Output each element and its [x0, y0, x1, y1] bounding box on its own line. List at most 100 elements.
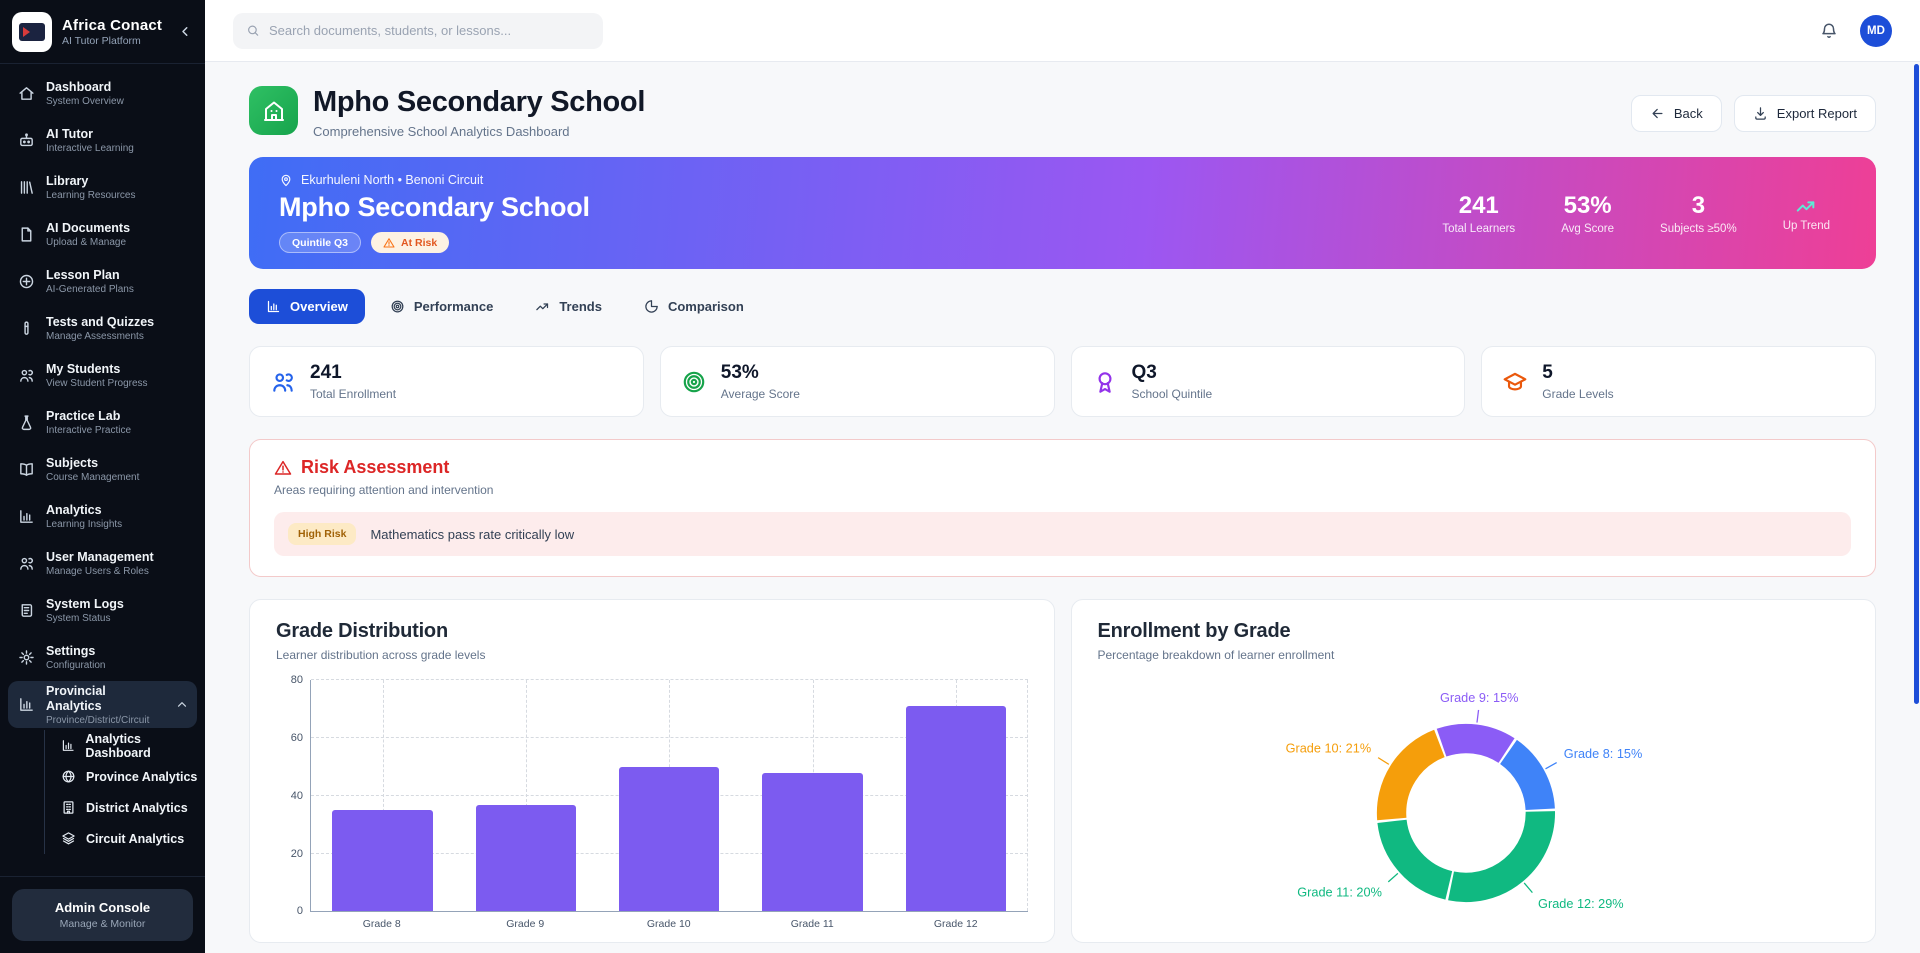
- risk-item-text: Mathematics pass rate critically low: [370, 527, 574, 542]
- sidebar-subitem-province-analytics[interactable]: Province Analytics: [45, 761, 205, 792]
- sidebar-subitem-label: Circuit Analytics: [86, 832, 184, 846]
- donut-slice-grade-8: [1508, 752, 1540, 809]
- donut-svg: Grade 9: 15%Grade 8: 15%Grade 12: 29%Gra…: [1098, 670, 1850, 950]
- scroll-icon: [18, 602, 35, 619]
- flask-icon: [18, 414, 35, 431]
- main-area: MD Mpho Secondary School Comprehensive S…: [205, 0, 1920, 953]
- export-report-label: Export Report: [1777, 106, 1857, 121]
- sidebar-item-system-logs[interactable]: System LogsSystem Status: [0, 587, 205, 634]
- sidebar-item-provincial-analytics[interactable]: Provincial AnalyticsProvince/District/Ci…: [8, 681, 197, 728]
- charts-row: Grade Distribution Learner distribution …: [249, 599, 1876, 943]
- export-report-button[interactable]: Export Report: [1734, 95, 1876, 132]
- page-title: Mpho Secondary School: [313, 86, 645, 119]
- sidebar-item-user-management[interactable]: User ManagementManage Users & Roles: [0, 540, 205, 587]
- banner-location-text: Ekurhuleni North • Benoni Circuit: [301, 173, 483, 187]
- bar-chart-icon: [266, 299, 281, 314]
- donut-label-grade-11: Grade 11: 20%: [1297, 885, 1382, 900]
- sidebar-item-sublabel: Configuration: [46, 660, 105, 671]
- map-pin-icon: [279, 173, 293, 187]
- banner-location: Ekurhuleni North • Benoni Circuit: [279, 173, 590, 187]
- donut-slice-grade-9: [1441, 739, 1506, 751]
- banner-stat-label: Subjects ≥50%: [1660, 223, 1737, 235]
- y-axis-tick-label: 0: [275, 905, 303, 917]
- banner-stat-up-trend: Up Trend: [1783, 195, 1830, 232]
- tab-label: Overview: [290, 299, 348, 314]
- enrollment-by-grade-card: Enrollment by Grade Percentage breakdown…: [1071, 599, 1877, 943]
- enrollment-subtitle: Percentage breakdown of learner enrollme…: [1098, 648, 1850, 662]
- vertical-scrollbar[interactable]: [1914, 64, 1919, 704]
- sidebar-subitem-district-analytics[interactable]: District Analytics: [45, 792, 205, 823]
- gear-icon: [18, 649, 35, 666]
- banner-stat-value: 3: [1660, 192, 1737, 220]
- tab-performance[interactable]: Performance: [373, 289, 510, 324]
- search-input[interactable]: [269, 23, 590, 38]
- sidebar-subitem-circuit-analytics[interactable]: Circuit Analytics: [45, 823, 205, 854]
- sidebar-item-sublabel: Manage Assessments: [46, 331, 154, 342]
- notifications-button[interactable]: [1820, 22, 1838, 40]
- sidebar-item-settings[interactable]: SettingsConfiguration: [0, 634, 205, 681]
- page-content: Mpho Secondary School Comprehensive Scho…: [205, 62, 1920, 953]
- y-axis-tick-label: 40: [275, 790, 303, 802]
- sidebar-item-ai-documents[interactable]: AI DocumentsUpload & Manage: [0, 211, 205, 258]
- sidebar-item-my-students[interactable]: My StudentsView Student Progress: [0, 352, 205, 399]
- donut-label-grade-12: Grade 12: 29%: [1538, 896, 1624, 911]
- page-header: Mpho Secondary School Comprehensive Scho…: [249, 86, 1876, 139]
- user-avatar[interactable]: MD: [1860, 15, 1892, 47]
- topbar-actions: MD: [1820, 15, 1892, 47]
- sidebar-item-lesson-plan[interactable]: Lesson PlanAI-Generated Plans: [0, 258, 205, 305]
- donut-label-grade-10: Grade 10: 21%: [1285, 741, 1371, 756]
- bar-chart-plot: 020406080: [310, 680, 1028, 912]
- warning-icon: [274, 459, 292, 477]
- risk-item: High RiskMathematics pass rate criticall…: [274, 512, 1851, 556]
- sidebar-subitem-label: Analytics Dashboard: [85, 732, 205, 760]
- sidebar-item-subjects[interactable]: SubjectsCourse Management: [0, 446, 205, 493]
- banner-badge-quintile-q3: Quintile Q3: [279, 232, 361, 253]
- search-box[interactable]: [233, 13, 603, 49]
- stat-card-label: Grade Levels: [1542, 387, 1613, 401]
- brand-logo-glyph: [19, 23, 45, 41]
- y-axis-tick-label: 80: [275, 674, 303, 686]
- tab-label: Trends: [559, 299, 602, 314]
- tab-comparison[interactable]: Comparison: [627, 289, 761, 324]
- donut-leader-line: [1476, 710, 1478, 723]
- page-subtitle: Comprehensive School Analytics Dashboard: [313, 124, 645, 139]
- stat-card-label: Total Enrollment: [310, 387, 396, 401]
- stat-card-value: 241: [310, 362, 396, 384]
- risk-title: Risk Assessment: [301, 457, 449, 478]
- back-button[interactable]: Back: [1631, 95, 1722, 132]
- tab-label: Performance: [414, 299, 493, 314]
- bar-grade-11: [762, 773, 862, 912]
- x-axis-tick-label: Grade 9: [454, 918, 598, 930]
- banner-stat-value: 241: [1442, 192, 1515, 220]
- brand-text: Africa Conact AI Tutor Platform: [62, 17, 162, 47]
- bar-grade-9: [476, 805, 576, 912]
- book-icon: [18, 461, 35, 478]
- sidebar-item-analytics[interactable]: AnalyticsLearning Insights: [0, 493, 205, 540]
- stat-cards: 241Total Enrollment53%Average ScoreQ3Sch…: [249, 346, 1876, 417]
- sidebar-item-sublabel: Province/District/Circuit: [46, 715, 164, 726]
- sidebar-item-tests-and-quizzes[interactable]: Tests and QuizzesManage Assessments: [0, 305, 205, 352]
- chevron-up-icon: [175, 698, 189, 712]
- banner-stat-value: 53%: [1561, 192, 1614, 220]
- sidebar-item-label: User Management: [46, 550, 154, 565]
- sidebar-collapse-button[interactable]: [178, 24, 193, 39]
- tab-overview[interactable]: Overview: [249, 289, 365, 324]
- y-axis-tick-label: 20: [275, 848, 303, 860]
- x-axis-tick-label: Grade 10: [597, 918, 741, 930]
- sidebar-item-ai-tutor[interactable]: AI TutorInteractive Learning: [0, 117, 205, 164]
- admin-console-button[interactable]: Admin Console Manage & Monitor: [12, 889, 193, 941]
- lesson-icon: [18, 273, 35, 290]
- banner-stat-label: Up Trend: [1783, 220, 1830, 232]
- grade-distribution-card: Grade Distribution Learner distribution …: [249, 599, 1055, 943]
- sidebar-item-practice-lab[interactable]: Practice LabInteractive Practice: [0, 399, 205, 446]
- sidebar-nav: DashboardSystem OverviewAI TutorInteract…: [0, 64, 205, 876]
- sidebar-item-sublabel: Upload & Manage: [46, 237, 130, 248]
- sidebar-subitem-analytics-dashboard[interactable]: Analytics Dashboard: [45, 730, 205, 761]
- library-icon: [18, 179, 35, 196]
- users-icon: [18, 367, 35, 384]
- sidebar-item-library[interactable]: LibraryLearning Resources: [0, 164, 205, 211]
- tab-trends[interactable]: Trends: [518, 289, 619, 324]
- sidebar-item-dashboard[interactable]: DashboardSystem Overview: [0, 70, 205, 117]
- donut-leader-line: [1545, 763, 1556, 769]
- bar-chart-x-labels: Grade 8Grade 9Grade 10Grade 11Grade 12: [310, 918, 1028, 930]
